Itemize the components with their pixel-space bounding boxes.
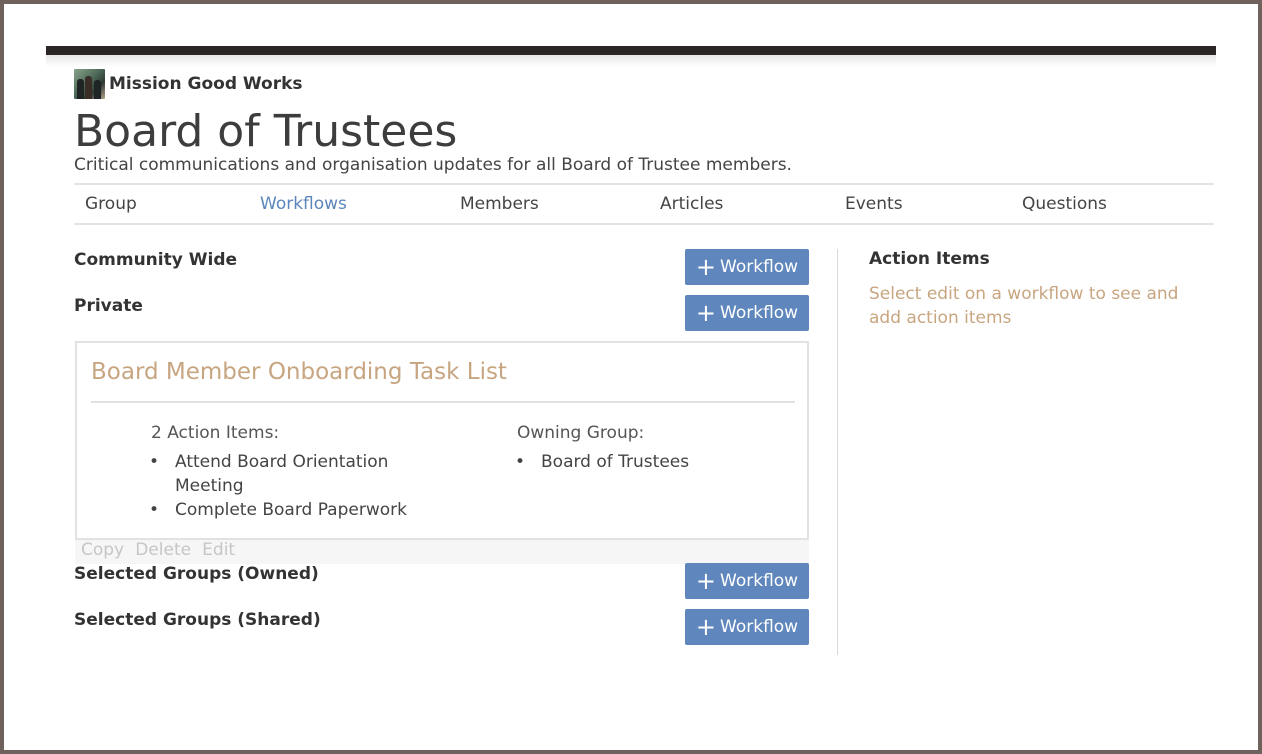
page-title: Board of Trustees: [74, 106, 458, 157]
card-divider: [91, 401, 795, 403]
add-owned-workflow-button[interactable]: + Workflow: [685, 563, 809, 599]
workflow-title[interactable]: Board Member Onboarding Task List: [91, 359, 507, 385]
list-item: Attend Board Orientation Meeting: [149, 450, 439, 498]
plus-icon: +: [695, 253, 717, 281]
copy-link[interactable]: Copy: [81, 540, 124, 560]
section-private: Private: [74, 296, 143, 316]
brand-name: Mission Good Works: [109, 74, 303, 94]
delete-link[interactable]: Delete: [135, 540, 191, 560]
workflow-card: Board Member Onboarding Task List 2 Acti…: [75, 341, 809, 540]
tab-workflows[interactable]: Workflows: [260, 194, 347, 214]
brand[interactable]: Mission Good Works: [74, 69, 303, 99]
column-divider: [837, 249, 838, 655]
owning-group-list: Board of Trustees: [515, 450, 775, 474]
add-community-workflow-button[interactable]: + Workflow: [685, 249, 809, 285]
section-owned-groups: Selected Groups (Owned): [74, 564, 319, 584]
top-bar-shadow: [46, 55, 1216, 67]
top-bar: [46, 46, 1216, 55]
add-workflow-label: Workflow: [720, 257, 799, 277]
plus-icon: +: [695, 299, 717, 327]
add-shared-workflow-button[interactable]: + Workflow: [685, 609, 809, 645]
plus-icon: +: [695, 613, 717, 641]
owning-group-heading: Owning Group:: [517, 423, 645, 443]
action-items-list: Attend Board Orientation Meeting Complet…: [149, 450, 439, 522]
add-workflow-label: Workflow: [720, 303, 799, 323]
tab-events[interactable]: Events: [845, 194, 903, 214]
tab-group[interactable]: Group: [85, 194, 137, 214]
group-photo-logo-icon: [74, 69, 105, 99]
section-community-wide: Community Wide: [74, 250, 238, 270]
action-items-panel-title: Action Items: [869, 249, 990, 269]
tab-members[interactable]: Members: [460, 194, 539, 214]
list-item: Complete Board Paperwork: [149, 498, 439, 522]
section-shared-groups: Selected Groups (Shared): [74, 610, 321, 630]
page-subtitle: Critical communications and organisation…: [74, 155, 792, 175]
plus-icon: +: [695, 567, 717, 595]
add-private-workflow-button[interactable]: + Workflow: [685, 295, 809, 331]
list-item: Board of Trustees: [515, 450, 775, 474]
add-workflow-label: Workflow: [720, 617, 799, 637]
edit-link[interactable]: Edit: [202, 540, 235, 560]
workflow-card-actions: Copy Delete Edit: [75, 540, 809, 564]
tab-questions[interactable]: Questions: [1022, 194, 1107, 214]
action-items-heading: 2 Action Items:: [151, 423, 280, 443]
group-nav: Group Workflows Members Articles Events …: [74, 183, 1214, 225]
add-workflow-label: Workflow: [720, 571, 799, 591]
action-items-hint: Select edit on a workflow to see and add…: [869, 284, 1179, 328]
tab-articles[interactable]: Articles: [660, 194, 723, 214]
